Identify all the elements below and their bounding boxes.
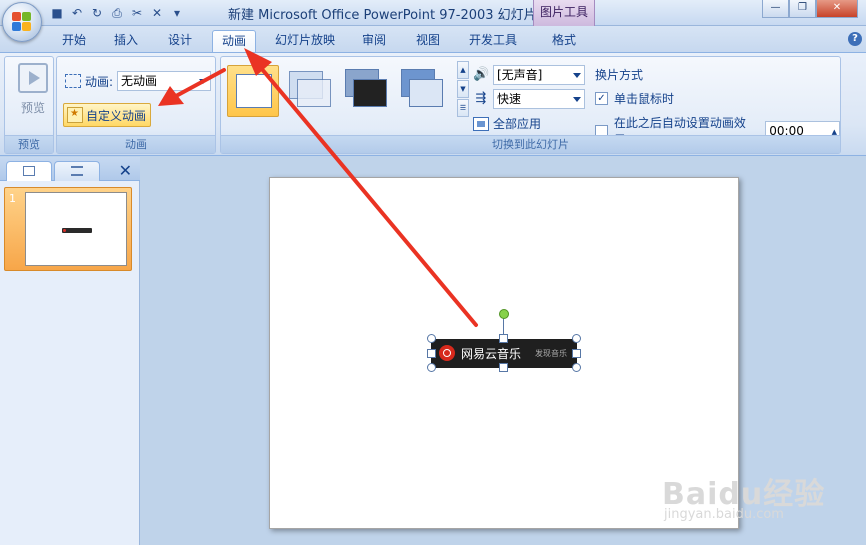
gallery-up-icon[interactable]: ▲ [457, 61, 469, 79]
speed-row: ⇶ 快速 [473, 89, 585, 109]
transition-none-thumb[interactable] [227, 65, 279, 117]
preview-group-label: 预览 [5, 135, 53, 153]
tab-format[interactable]: 格式 [544, 30, 584, 52]
sound-row: 🔊 [无声音] [473, 65, 585, 85]
preview-icon [18, 63, 48, 93]
sound-dropdown[interactable]: [无声音] [493, 65, 585, 85]
preview-button[interactable]: 预览 [9, 61, 57, 129]
tab-slides[interactable] [6, 161, 52, 181]
resize-handle-l[interactable] [427, 349, 436, 358]
resize-handle-br[interactable] [572, 363, 581, 372]
close-icon[interactable]: ✕ [119, 161, 132, 180]
watermark-url: jingyan.baidu.com [664, 507, 784, 522]
office-logo-icon [12, 12, 32, 32]
save-icon[interactable]: ■ [50, 6, 64, 20]
thumbnail-banner [62, 228, 92, 233]
banner-subtitle: 发现音乐 [535, 349, 567, 358]
slide-thumbnail-item[interactable]: 1 [4, 187, 132, 271]
slide-number: 1 [9, 192, 16, 205]
slides-pane: ✕ 1 [0, 157, 140, 545]
print-preview-icon[interactable]: ⎙ [110, 6, 124, 20]
tab-review[interactable]: 审阅 [356, 30, 392, 52]
transition-cut-thumb[interactable] [397, 65, 449, 117]
close-button[interactable]: ✕ [816, 0, 858, 18]
animation-label: 动画: [85, 74, 114, 89]
speed-dropdown-value: 快速 [497, 92, 522, 106]
tab-insert[interactable]: 插入 [108, 30, 144, 52]
cut-icon[interactable]: ✂ [130, 6, 144, 20]
resize-handle-t[interactable] [499, 334, 508, 343]
tab-home[interactable]: 开始 [56, 30, 92, 52]
transition-gallery [225, 61, 455, 119]
banner-title: 网易云音乐 [461, 347, 522, 361]
help-icon[interactable]: ? [848, 32, 862, 46]
custom-animation-button[interactable]: 自定义动画 [63, 103, 152, 127]
on-click-row: ✓ 单击鼠标时 [595, 90, 674, 107]
restore-button[interactable]: ❐ [789, 0, 816, 18]
resize-handle-b[interactable] [499, 363, 508, 372]
picture-tools-context: 图片工具 [533, 0, 595, 26]
gallery-more-icon[interactable]: ☰ [457, 99, 469, 117]
animation-group: 动画: 无动画 自定义动画 动画 [56, 56, 216, 154]
animation-icon [65, 74, 81, 88]
tab-animations[interactable]: 动画 [212, 30, 256, 52]
advance-slide-title: 换片方式 [595, 68, 644, 82]
tab-design[interactable]: 设计 [162, 30, 198, 52]
slide-thumbnail [25, 192, 127, 266]
office-button[interactable] [2, 2, 42, 42]
slides-icon [23, 166, 35, 176]
title-bar: ■ ↶ ↻ ⎙ ✂ ✕ ▾ 新建 Microsoft Office PowerP… [0, 0, 866, 26]
on-click-label: 单击鼠标时 [614, 92, 675, 106]
gallery-down-icon[interactable]: ▼ [457, 80, 469, 98]
apply-all-button[interactable]: 全部应用 [473, 115, 541, 132]
tab-slideshow[interactable]: 幻灯片放映 [268, 30, 342, 52]
ribbon: 预览 预览 动画: 无动画 自定义动画 动画 [0, 52, 866, 156]
pane-tabs: ✕ [0, 157, 140, 181]
preview-group: 预览 预览 [4, 56, 54, 154]
sound-icon: 🔊 [473, 67, 490, 82]
chevron-down-icon [573, 73, 581, 78]
animation-dropdown[interactable]: 无动画 [117, 71, 212, 91]
sound-dropdown-value: [无声音] [497, 68, 543, 82]
window-controls: — ❐ ✕ [762, 0, 858, 18]
custom-animation-label: 自定义动画 [86, 108, 147, 123]
animation-row: 动画: 无动画 [65, 71, 212, 91]
chevron-down-icon [199, 79, 208, 84]
chevron-down-icon [573, 97, 581, 102]
minimize-button[interactable]: — [762, 0, 789, 18]
on-click-checkbox[interactable]: ✓ [595, 92, 608, 105]
animation-dropdown-value: 无动画 [121, 74, 158, 88]
tab-developer[interactable]: 开发工具 [462, 30, 524, 52]
quick-access-toolbar: ■ ↶ ↻ ⎙ ✂ ✕ ▾ [50, 4, 184, 22]
resize-handle-r[interactable] [572, 349, 581, 358]
tab-outline[interactable] [54, 161, 100, 181]
redo-icon[interactable]: ↻ [90, 6, 104, 20]
outline-icon [71, 166, 83, 176]
ribbon-tabs: 开始 插入 设计 动画 幻灯片放映 审阅 视图 开发工具 格式 [0, 26, 866, 52]
resize-handle-bl[interactable] [427, 363, 436, 372]
apply-all-label: 全部应用 [493, 117, 542, 131]
tab-view[interactable]: 视图 [410, 30, 446, 52]
speed-dropdown[interactable]: 快速 [493, 89, 585, 109]
transition-group: ▲ ▼ ☰ 🔊 [无声音] ⇶ 快速 全部应用 换片方式 ✓ 单击鼠标时 在此之… [220, 56, 841, 154]
transition-fade-black-thumb[interactable] [341, 65, 393, 117]
preview-button-label: 预览 [20, 101, 45, 115]
transition-group-label: 切换到此幻灯片 [221, 135, 840, 153]
window-title: 新建 Microsoft Office PowerPoint 97-2003 幻… [228, 8, 550, 23]
speed-icon: ⇶ [475, 91, 487, 106]
resize-handle-tl[interactable] [427, 334, 436, 343]
undo-icon[interactable]: ↶ [70, 6, 84, 20]
close-x-icon[interactable]: ✕ [150, 6, 164, 20]
animation-group-label: 动画 [57, 135, 215, 153]
gallery-scroll: ▲ ▼ ☰ [457, 61, 469, 119]
custom-animation-icon [67, 107, 83, 123]
baidu-watermark: Baidu经验 jingyan.baidu.com [662, 469, 825, 522]
netease-logo-icon [439, 345, 455, 361]
rotation-handle[interactable] [499, 309, 509, 319]
apply-all-icon [473, 116, 489, 131]
transition-fade-smooth-thumb[interactable] [285, 65, 337, 117]
customize-icon[interactable]: ▾ [170, 6, 184, 20]
resize-handle-tr[interactable] [572, 334, 581, 343]
